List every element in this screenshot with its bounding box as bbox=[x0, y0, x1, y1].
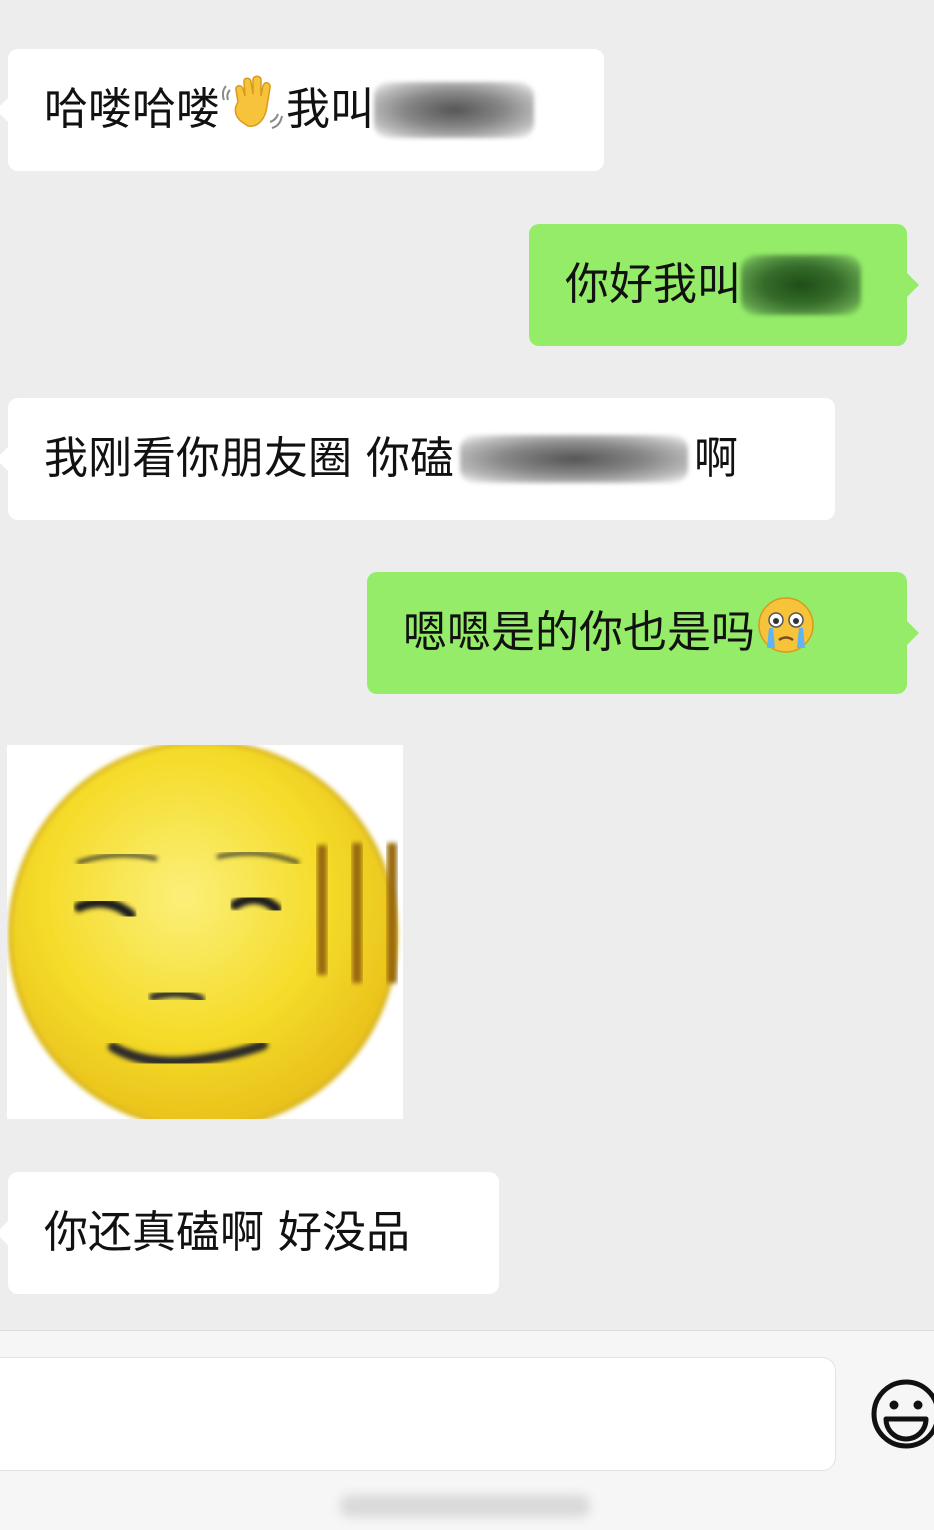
waving-hand-icon bbox=[221, 72, 284, 148]
message-text: 嗯嗯是的你也是吗 bbox=[403, 607, 755, 658]
smiley-icon bbox=[871, 1379, 934, 1449]
message-text-end: 啊 bbox=[694, 433, 738, 484]
outgoing-message-bubble[interactable]: 你好我叫 bbox=[529, 224, 919, 346]
message-text: 哈喽哈喽 bbox=[44, 84, 220, 135]
message-input[interactable] bbox=[0, 1357, 836, 1471]
outgoing-message-bubble[interactable]: 嗯嗯是的你也是吗 bbox=[367, 572, 919, 694]
crying-face-icon bbox=[757, 596, 815, 670]
redacted-name bbox=[374, 82, 534, 138]
incoming-message-bubble[interactable]: 我刚看你朋友圈 你磕 啊 bbox=[0, 398, 835, 520]
sticker-image[interactable] bbox=[7, 740, 403, 1130]
message-text: 我刚看你朋友圈 你磕 bbox=[44, 433, 454, 484]
redacted-name bbox=[741, 255, 861, 315]
message-text-2: 我叫 bbox=[286, 84, 374, 135]
incoming-message-bubble[interactable]: 你还真磕啊 好没品 bbox=[0, 1172, 499, 1294]
message-text: 你还真磕啊 好没品 bbox=[44, 1207, 410, 1258]
redacted-text bbox=[460, 435, 688, 483]
message-text: 你好我叫 bbox=[565, 259, 741, 310]
incoming-message-bubble[interactable]: 哈喽哈喽 我叫 bbox=[0, 49, 604, 171]
emoji-button[interactable] bbox=[870, 1375, 934, 1453]
input-bar bbox=[0, 1330, 934, 1530]
blurred-hint bbox=[340, 1495, 590, 1517]
